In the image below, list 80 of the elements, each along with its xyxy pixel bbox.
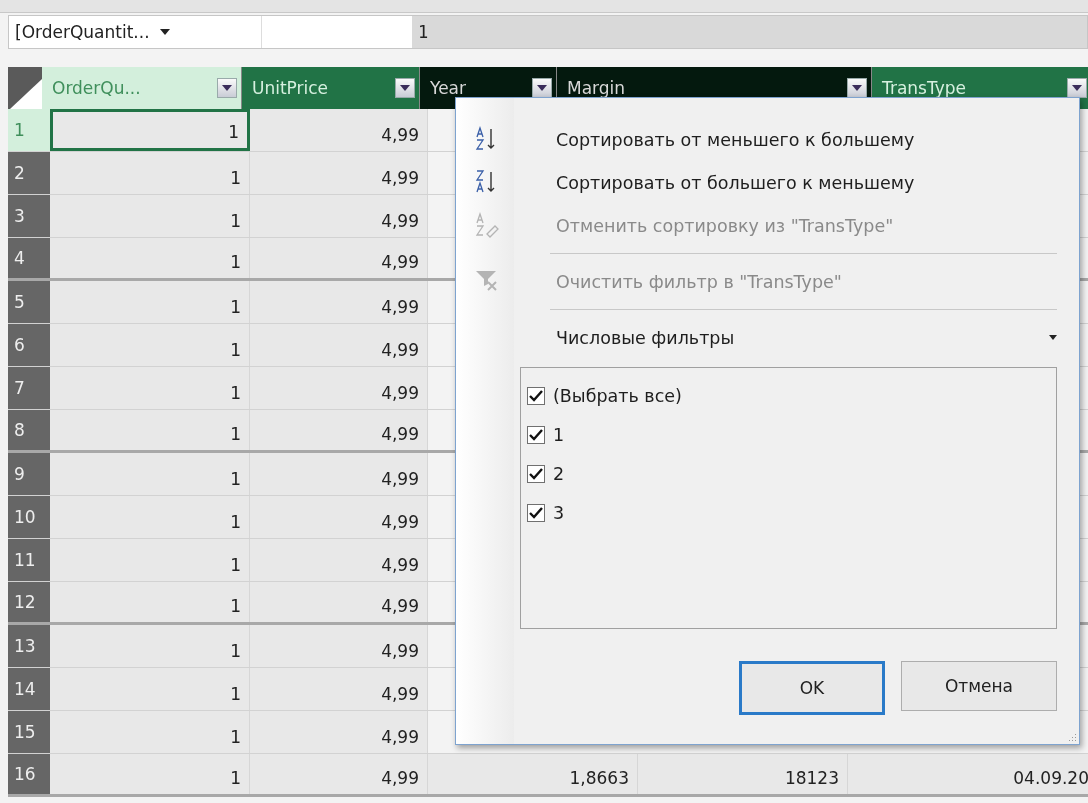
- table-cell: 1: [50, 324, 250, 366]
- caret-icon: [537, 85, 547, 91]
- filter-dropdown-button[interactable]: [217, 78, 237, 98]
- row-number[interactable]: 10: [8, 496, 50, 538]
- row-number[interactable]: 1: [8, 109, 50, 151]
- table-cell: 1: [50, 711, 250, 753]
- row-number[interactable]: 5: [8, 281, 50, 323]
- caret-icon: [1049, 335, 1057, 340]
- table-cell: 1: [50, 367, 250, 409]
- row-number[interactable]: 13: [8, 625, 50, 667]
- caret-icon: [852, 85, 862, 91]
- row-number[interactable]: 8: [8, 410, 50, 450]
- table-cell: 4,99: [250, 281, 428, 323]
- filter-dropdown-button[interactable]: [847, 78, 867, 98]
- sort-clear-icon: [474, 212, 500, 238]
- row-number[interactable]: 12: [8, 582, 50, 622]
- menu-item[interactable]: Сортировать от меньшего к большему: [520, 118, 1057, 161]
- filter-dropdown-button[interactable]: [532, 78, 552, 98]
- table-cell: 1: [50, 582, 250, 622]
- row-number[interactable]: 3: [8, 195, 50, 237]
- row-number[interactable]: 6: [8, 324, 50, 366]
- table-cell: 4,99: [250, 582, 428, 622]
- table-cell: 4,99: [250, 496, 428, 538]
- checkbox[interactable]: [527, 386, 545, 405]
- caret-icon: [1072, 85, 1082, 91]
- table-cell: 4,99: [250, 410, 428, 450]
- column-header[interactable]: OrderQu...: [42, 67, 242, 109]
- resize-grip-icon[interactable]: [1067, 732, 1077, 742]
- table-cell: 4,99: [250, 238, 428, 278]
- table-cell: 1: [50, 410, 250, 450]
- row-number[interactable]: 14: [8, 668, 50, 710]
- table-cell: 4,99: [250, 152, 428, 194]
- table-cell: 1: [50, 152, 250, 194]
- table-cell: 1: [50, 453, 250, 495]
- table-cell: 1: [50, 539, 250, 581]
- table-cell: 1: [50, 496, 250, 538]
- row-number[interactable]: 15: [8, 711, 50, 753]
- row-number[interactable]: 7: [8, 367, 50, 409]
- table-cell: 4,99: [250, 625, 428, 667]
- menu-item[interactable]: Числовые фильтры: [520, 316, 1057, 359]
- table-cell: 4,99: [250, 754, 428, 794]
- table-cell: 1,8663: [428, 754, 638, 794]
- checkbox[interactable]: [527, 503, 545, 522]
- table-cell: 1: [50, 238, 250, 278]
- caret-icon: [222, 85, 232, 91]
- checkbox-label: (Выбрать все): [553, 385, 682, 406]
- cancel-button[interactable]: Отмена: [901, 661, 1057, 711]
- table-cell: 4,99: [250, 324, 428, 366]
- table-cell: 1: [50, 754, 250, 794]
- menu-item[interactable]: Сортировать от большего к меньшему: [520, 161, 1057, 204]
- table-cell: 4,99: [250, 367, 428, 409]
- table-cell: 1: [50, 668, 250, 710]
- caret-icon: [400, 85, 410, 91]
- row-number[interactable]: 16: [8, 754, 50, 794]
- checkbox-label: 3: [553, 502, 565, 523]
- table-cell: 1: [50, 109, 250, 151]
- ok-button[interactable]: OK: [739, 661, 885, 715]
- table-cell: 4,99: [250, 109, 428, 151]
- row-number[interactable]: 9: [8, 453, 50, 495]
- checkbox-label: 1: [553, 424, 565, 445]
- column-header[interactable]: UnitPrice: [242, 67, 420, 109]
- table-cell: 04.09.20: [848, 754, 1088, 794]
- table-cell: 1: [50, 195, 250, 237]
- row-number[interactable]: 2: [8, 152, 50, 194]
- checkbox[interactable]: [527, 425, 545, 444]
- row-number[interactable]: 4: [8, 238, 50, 278]
- table-cell: 4,99: [250, 195, 428, 237]
- row-number[interactable]: 11: [8, 539, 50, 581]
- table-cell: 1: [50, 281, 250, 323]
- checkbox-label: 2: [553, 463, 565, 484]
- table-cell: 18123: [638, 754, 848, 794]
- table-cell: 4,99: [250, 453, 428, 495]
- table-cell: 1: [50, 625, 250, 667]
- table-cell: 4,99: [250, 539, 428, 581]
- table-cell: 4,99: [250, 711, 428, 753]
- checkbox[interactable]: [527, 464, 545, 483]
- table-cell: 4,99: [250, 668, 428, 710]
- filter-dropdown-button[interactable]: [1067, 78, 1087, 98]
- select-all-corner[interactable]: [8, 67, 42, 109]
- filter-dropdown-button[interactable]: [395, 78, 415, 98]
